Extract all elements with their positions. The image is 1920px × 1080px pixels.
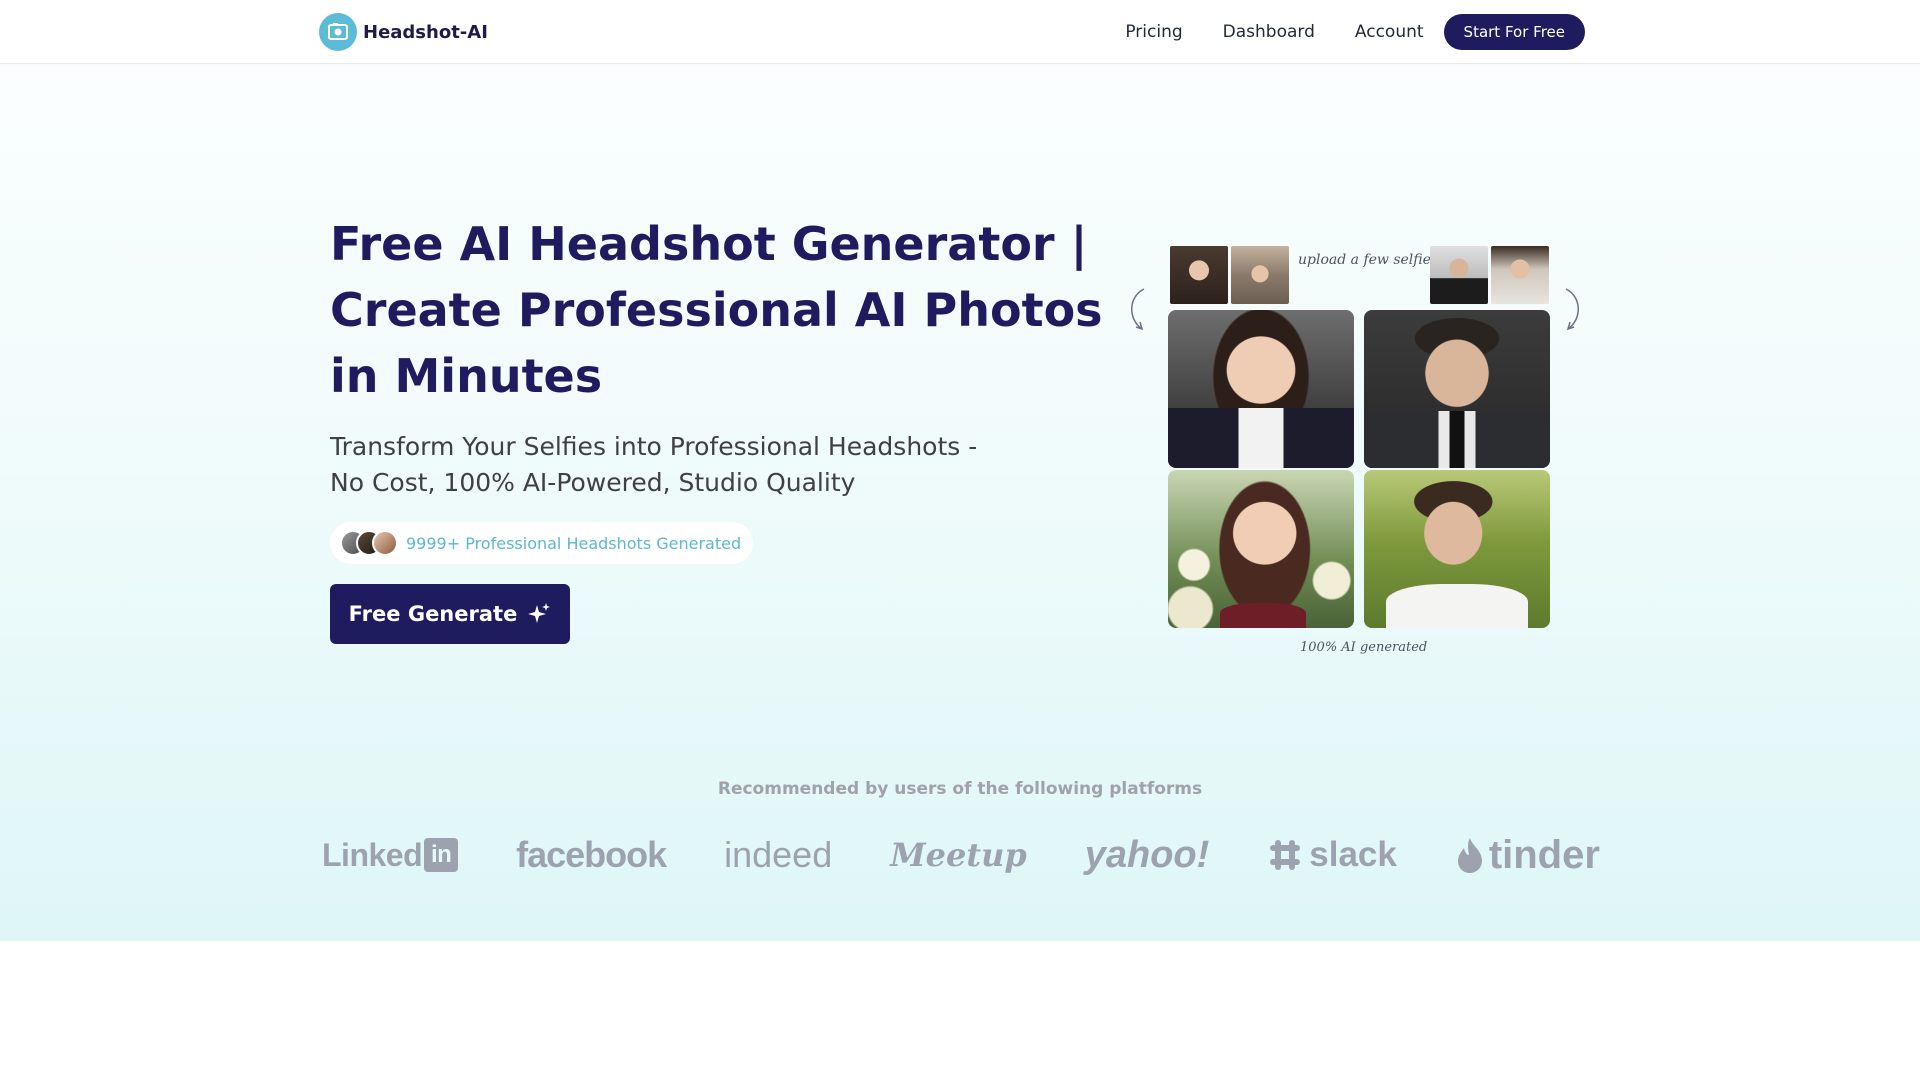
brand-logo[interactable]: Headshot-AI: [319, 13, 488, 51]
avatar-stack: [340, 530, 398, 556]
nav-pricing[interactable]: Pricing: [1125, 22, 1182, 42]
site-header: Headshot-AI Pricing Dashboard Account St…: [0, 0, 1920, 64]
sparkle-icon: [528, 603, 551, 623]
logo-icon: [319, 13, 357, 51]
facebook-logo: facebook: [516, 834, 667, 875]
hero-subtitle: Transform Your Selfies into Professional…: [330, 432, 978, 497]
nav-dashboard[interactable]: Dashboard: [1223, 22, 1315, 42]
platforms-heading: Recommended by users of the following pl…: [717, 779, 1203, 799]
upload-selfies-note: upload a few selfies: [1298, 252, 1439, 268]
avatar: [372, 530, 398, 556]
social-proof-badge: 9999+ Professional Headshots Generated: [330, 522, 754, 564]
slack-logo-text: slack: [1309, 835, 1397, 874]
slack-logo: slack: [1267, 835, 1397, 875]
linkedin-logo-text: Linked: [322, 836, 423, 873]
left-curved-arrow-icon: [1131, 288, 1145, 331]
ai-headshot-man-studio: [1364, 310, 1550, 468]
ai-headshot-woman-garden: [1168, 470, 1354, 628]
tinder-logo-text: tinder: [1488, 832, 1600, 877]
right-curved-arrow-icon: [1565, 288, 1579, 331]
platform-logos: Linked in facebook indeed Meetup yahoo! …: [322, 830, 1600, 880]
linkedin-in-icon: in: [424, 838, 459, 872]
free-generate-label: Free Generate: [348, 602, 518, 626]
start-for-free-button[interactable]: Start For Free: [1443, 14, 1585, 50]
flame-icon: [1457, 838, 1482, 873]
selfie-thumbnail: [1231, 246, 1289, 304]
yahoo-logo: yahoo!: [1084, 833, 1210, 876]
ai-generated-note: 100% AI generated: [1300, 640, 1428, 655]
headshot-gallery: upload a few selfies 100% AI generated: [1130, 240, 1590, 660]
selfie-thumbnail: [1430, 246, 1488, 304]
tinder-logo: tinder: [1455, 833, 1600, 878]
brand-name: Headshot-AI: [363, 21, 488, 43]
indeed-logo: indeed: [724, 834, 833, 875]
page-title: Free AI Headshot Generator | Create Prof…: [330, 217, 1103, 403]
ai-headshot-man-outdoor: [1364, 470, 1550, 628]
ai-headshot-woman-studio: [1168, 310, 1354, 468]
linkedin-logo: Linked in: [322, 836, 459, 874]
hero-section: [0, 65, 1920, 941]
nav-account[interactable]: Account: [1355, 22, 1424, 42]
main-nav: Pricing Dashboard Account Start For Free: [1085, 14, 1585, 50]
badge-text: 9999+ Professional Headshots Generated: [406, 533, 742, 553]
selfie-thumbnail: [1491, 246, 1549, 304]
slack-hash-icon: [1270, 840, 1301, 870]
selfie-thumbnail: [1170, 246, 1228, 304]
free-generate-button[interactable]: Free Generate: [330, 584, 570, 644]
meetup-logo: Meetup: [890, 836, 1027, 874]
